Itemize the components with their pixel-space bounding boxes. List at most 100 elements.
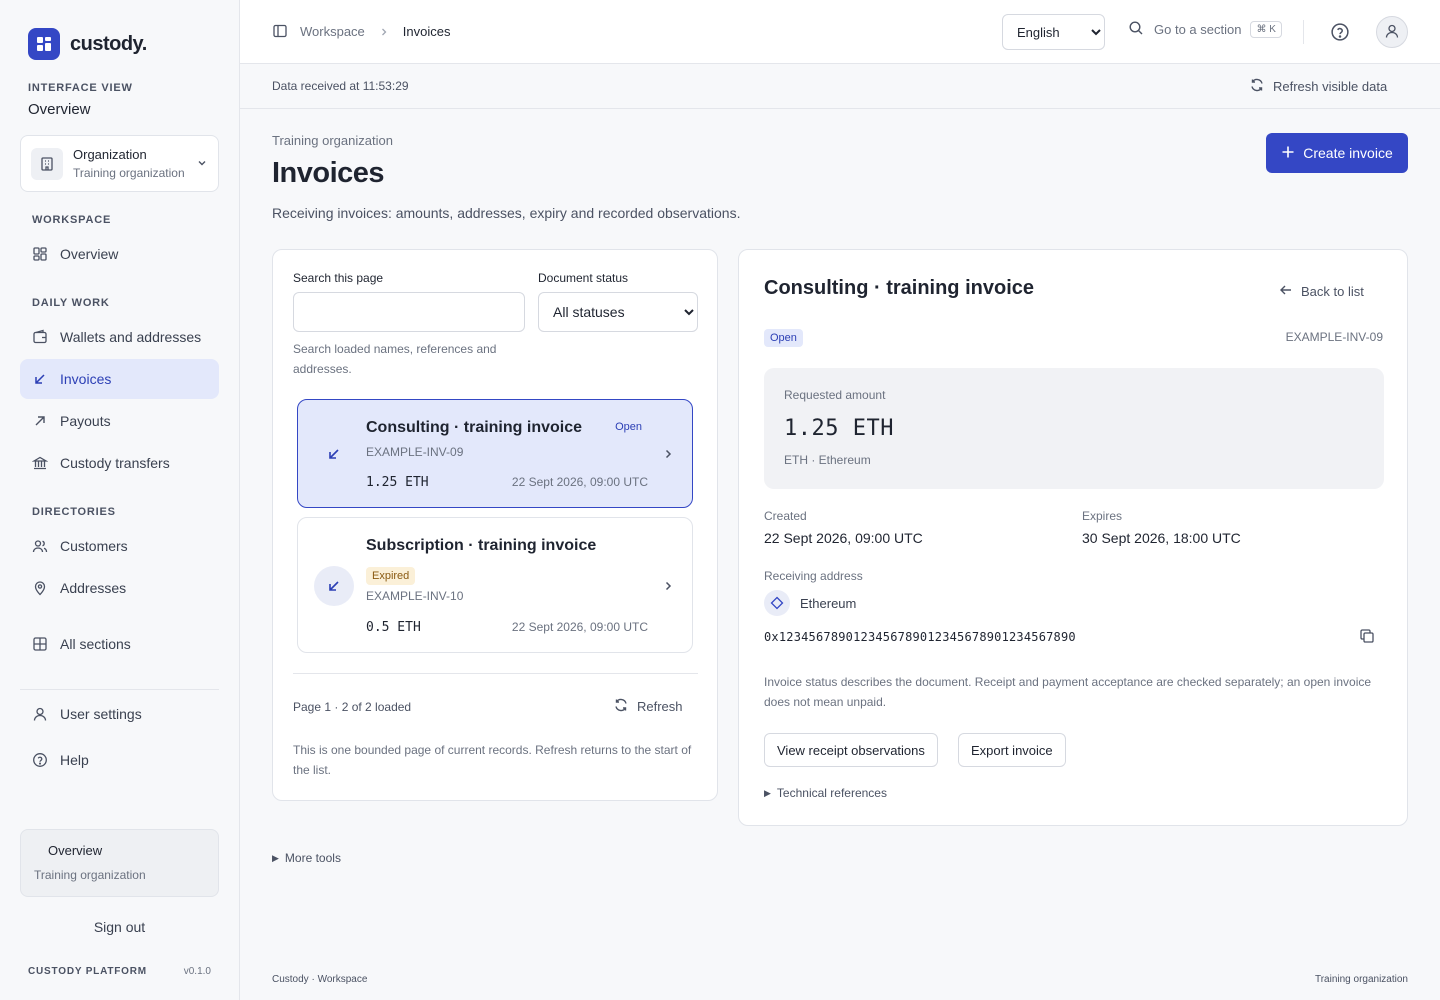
arrow-left-icon xyxy=(1279,283,1293,300)
sidebar-item-payouts[interactable]: Payouts xyxy=(20,401,219,441)
invoice-list-item[interactable]: Consulting · training invoice Open EXAMP… xyxy=(297,399,693,508)
context-title: Overview xyxy=(48,843,103,858)
context-subtitle: Training organization xyxy=(34,868,146,882)
status-badge: Open xyxy=(615,421,642,433)
sidebar-item-label: All sections xyxy=(60,636,131,652)
amount-value: 1.25 ETH xyxy=(784,416,894,441)
sidebar-item-invoices[interactable]: Invoices xyxy=(20,359,219,399)
status-filter-select[interactable]: All statuses xyxy=(538,292,698,332)
invoice-title: Subscription · training invoice xyxy=(366,537,597,554)
back-to-list-label: Back to list xyxy=(1301,284,1364,299)
search-label: Search this page xyxy=(293,271,384,285)
invoice-ref: EXAMPLE-INV-10 xyxy=(366,589,464,603)
invoice-date: 22 Sept 2026, 09:00 UTC xyxy=(511,620,648,634)
triangle-right-icon: ▶ xyxy=(764,787,771,798)
section-label-directories: DIRECTORIES xyxy=(32,506,116,518)
goto-section-button[interactable]: Go to a section ⌘ K xyxy=(1128,20,1282,39)
wallet-icon xyxy=(32,329,48,345)
sidebar-item-addresses[interactable]: Addresses xyxy=(20,568,219,608)
refresh-icon xyxy=(1249,77,1265,96)
version-label: v0.1.0 xyxy=(183,966,211,977)
brand-logo[interactable]: custody. xyxy=(28,28,147,60)
more-tools-toggle[interactable]: ▶ More tools xyxy=(272,851,341,865)
create-invoice-label: Create invoice xyxy=(1303,145,1393,161)
sidebar-item-label: Addresses xyxy=(60,580,127,596)
sidebar-item-custody-transfers[interactable]: Custody transfers xyxy=(20,443,219,483)
grid-icon xyxy=(32,246,48,262)
data-received-time: Data received at 11:53:29 xyxy=(272,79,409,93)
chevron-right-icon xyxy=(662,579,674,595)
interface-view-value: Overview xyxy=(28,101,91,118)
help-circle-icon xyxy=(32,752,48,768)
keyboard-shortcut: ⌘ K xyxy=(1250,21,1282,38)
invoice-amount: 1.25 ETH xyxy=(366,475,429,490)
page-description: Receiving invoices: amounts, addresses, … xyxy=(272,205,741,221)
arrow-up-right-icon xyxy=(32,413,48,429)
arrow-down-left-icon xyxy=(32,371,48,387)
status-badge: Expired xyxy=(366,567,416,585)
copy-icon[interactable] xyxy=(1359,628,1375,647)
breadcrumb-workspace[interactable]: Workspace xyxy=(300,24,365,39)
list-divider xyxy=(293,673,698,674)
requested-amount-box: Requested amount 1.25 ETH ETH · Ethereum xyxy=(764,368,1384,489)
sidebar-item-all-sections[interactable]: All sections xyxy=(20,624,219,664)
bank-icon xyxy=(32,455,48,471)
invoice-title: Consulting · training invoice xyxy=(366,419,582,436)
avatar[interactable] xyxy=(1376,16,1408,48)
sidebar-item-user-settings[interactable]: User settings xyxy=(20,694,219,734)
sidebar: custody. INTERFACE VIEW Overview Organiz… xyxy=(0,0,240,1000)
created-label: Created xyxy=(764,509,807,523)
status-filter-label: Document status xyxy=(538,271,629,285)
pagination-info: Page 1 · 2 of 2 loaded xyxy=(293,700,412,714)
sidebar-item-customers[interactable]: Customers xyxy=(20,526,219,566)
organization-switcher[interactable]: Organization Training organization xyxy=(20,135,219,192)
ethereum-diamond-icon xyxy=(764,590,790,616)
search-hint: Search loaded names, references and addr… xyxy=(293,342,497,376)
receiving-address: 0x12345678901234567890123456789012345678… xyxy=(764,630,1076,644)
help-icon[interactable] xyxy=(1330,22,1350,45)
plus-icon xyxy=(1281,145,1295,162)
topbar-divider xyxy=(1303,20,1304,44)
sidebar-toggle-icon[interactable] xyxy=(272,23,288,42)
export-invoice-button[interactable]: Export invoice xyxy=(958,733,1066,767)
back-to-list-link[interactable]: Back to list xyxy=(1279,283,1364,300)
bounded-page-note: This is one bounded page of current reco… xyxy=(293,743,692,777)
users-icon xyxy=(32,538,48,554)
brand-name: custody. xyxy=(70,32,147,55)
sign-out-button[interactable]: Sign out xyxy=(20,919,219,935)
refresh-list-button[interactable]: Refresh xyxy=(613,697,683,716)
amount-label: Requested amount xyxy=(784,388,886,402)
sidebar-divider xyxy=(20,689,219,690)
topbar: Workspace Invoices English Go to a secti… xyxy=(240,0,1440,64)
sidebar-item-help[interactable]: Help xyxy=(20,740,219,780)
invoice-list-item[interactable]: Subscription · training invoice Expired … xyxy=(297,517,693,653)
breadcrumb-invoices: Invoices xyxy=(402,24,451,39)
sidebar-item-label: Help xyxy=(60,752,89,768)
map-pin-icon xyxy=(32,580,48,596)
arrow-down-left-icon xyxy=(314,566,354,606)
sidebar-item-overview[interactable]: Overview xyxy=(20,234,219,274)
status-badge: Open xyxy=(764,329,803,347)
section-label-daily-work: DAILY WORK xyxy=(32,297,110,309)
platform-label: CUSTODY PLATFORM xyxy=(28,966,147,977)
page-kicker: Training organization xyxy=(272,133,393,148)
language-select[interactable]: English xyxy=(1002,14,1105,50)
sidebar-item-wallets[interactable]: Wallets and addresses xyxy=(20,317,219,357)
chevron-right-icon xyxy=(379,27,389,37)
more-tools-label: More tools xyxy=(284,851,341,865)
technical-references-toggle[interactable]: ▶ Technical references xyxy=(764,786,887,800)
footer-right: Training organization xyxy=(1314,974,1408,985)
refresh-visible-data-button[interactable]: Refresh visible data xyxy=(1249,77,1387,96)
context-card: Overview Training organization xyxy=(20,829,219,897)
search-input[interactable] xyxy=(293,292,525,332)
interface-view-label: INTERFACE VIEW xyxy=(28,82,133,94)
invoice-list-panel: Search this page Document status All sta… xyxy=(272,249,718,801)
invoice-detail-panel: Consulting · training invoice Back to li… xyxy=(738,249,1408,826)
search-icon xyxy=(1128,20,1144,39)
create-invoice-button[interactable]: Create invoice xyxy=(1266,133,1408,173)
org-subtitle: Training organization xyxy=(73,166,185,180)
view-receipt-observations-button[interactable]: View receipt observations xyxy=(764,733,938,767)
invoice-date: 22 Sept 2026, 09:00 UTC xyxy=(511,475,648,489)
created-value: 22 Sept 2026, 09:00 UTC xyxy=(764,530,923,546)
building-icon xyxy=(31,147,63,180)
